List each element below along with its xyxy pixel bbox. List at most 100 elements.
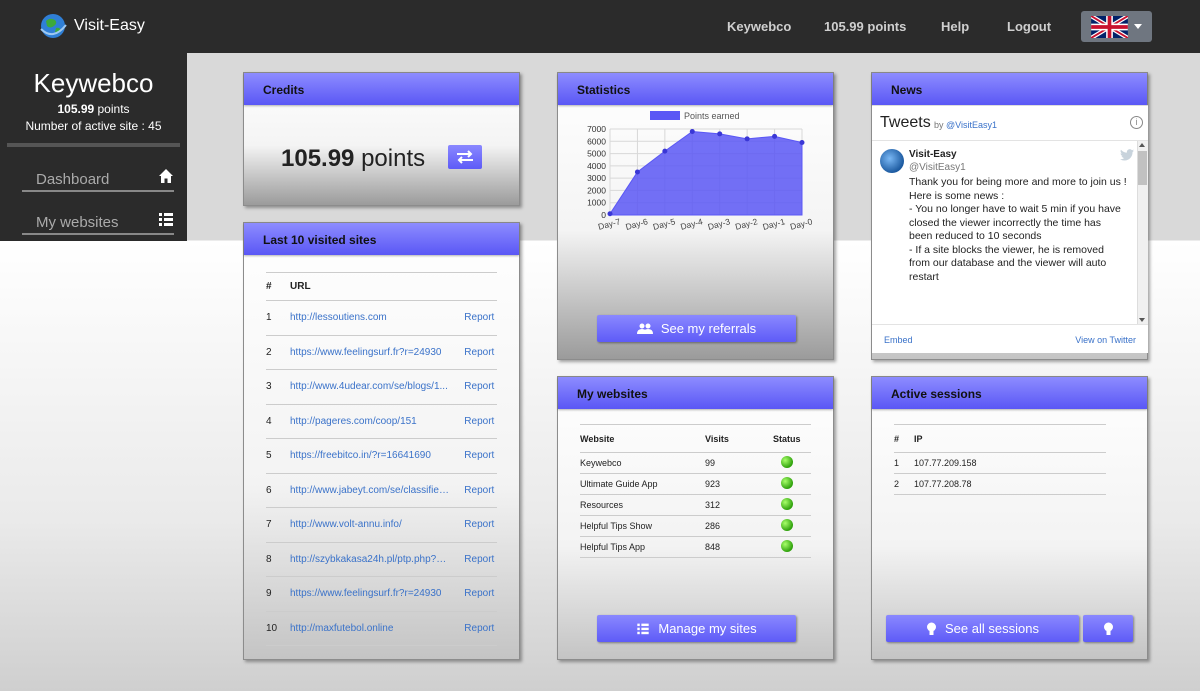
- visited-url-link[interactable]: http://www.jabeyt.com/se/classified...: [290, 473, 465, 508]
- x-tick-label: Day-4: [679, 216, 704, 232]
- table-row[interactable]: Keywebco 99: [580, 452, 811, 474]
- credits-panel: Credits 105.99 points: [243, 72, 520, 206]
- view-on-twitter-link[interactable]: View on Twitter: [1075, 335, 1136, 345]
- brand[interactable]: Visit-Easy: [38, 11, 145, 41]
- tweets-by: by @VisitEasy1: [934, 120, 998, 130]
- visited-url-link[interactable]: http://www.volt-annu.info/: [290, 507, 465, 543]
- nav-points-link[interactable]: 105.99 points: [824, 19, 906, 34]
- website-name: Helpful Tips App: [580, 536, 705, 558]
- report-link[interactable]: Report: [464, 611, 497, 646]
- twitter-bird-icon[interactable]: [1120, 149, 1134, 161]
- report-link[interactable]: Report: [464, 300, 497, 336]
- nav-user-link[interactable]: Keywebco: [727, 19, 791, 34]
- info-icon[interactable]: i: [1130, 116, 1143, 129]
- see-all-sessions-button[interactable]: See all sessions: [886, 615, 1079, 642]
- embed-link[interactable]: Embed: [884, 335, 913, 345]
- table-row: 3 http://www.4udear.com/se/blogs/1... Repo…: [266, 369, 497, 405]
- report-link[interactable]: Report: [464, 335, 497, 370]
- table-row: 4 http://pageres.com/coop/151 Report: [266, 404, 497, 439]
- nav-help-link[interactable]: Help: [941, 19, 969, 34]
- language-dropdown[interactable]: [1081, 11, 1152, 42]
- nav-logout-link[interactable]: Logout: [1007, 19, 1051, 34]
- twitter-handle-link[interactable]: @VisitEasy1: [946, 120, 997, 130]
- website-visits: 848: [705, 536, 773, 558]
- scrollbar[interactable]: [1137, 141, 1148, 324]
- report-link[interactable]: Report: [464, 438, 497, 474]
- manage-sites-button[interactable]: Manage my sites: [597, 615, 796, 642]
- y-tick-label: 1000: [587, 198, 606, 208]
- scroll-down-icon[interactable]: [1139, 318, 1145, 322]
- data-point: [634, 169, 640, 175]
- table-row: 6 http://www.jabeyt.com/se/classified... R…: [266, 473, 497, 508]
- brand-name: Visit-Easy: [74, 17, 145, 34]
- sidebar-username: Keywebco: [33, 68, 154, 98]
- lightbulb-button[interactable]: [1083, 615, 1133, 642]
- twitter-footer: Embed View on Twitter: [872, 324, 1148, 354]
- sidebar-item-my-websites[interactable]: My websites: [22, 211, 174, 235]
- button-label: Manage my sites: [658, 621, 757, 636]
- table-row: 1 107.77.209.158: [894, 452, 1106, 474]
- users-icon: [636, 323, 653, 334]
- report-link[interactable]: Report: [464, 404, 497, 439]
- scrollbar-thumb[interactable]: [1138, 151, 1147, 185]
- tweet-list[interactable]: Visit-Easy @VisitEasy1 Thank you for bei…: [872, 141, 1148, 324]
- y-tick-label: 7000: [587, 124, 606, 134]
- row-number: 10: [266, 611, 290, 646]
- column-header: Website: [580, 424, 705, 453]
- panel-title: News: [872, 73, 1147, 105]
- visited-url-link[interactable]: https://www.feelingsurf.fr?r=24930: [290, 335, 465, 370]
- row-number: 3: [266, 369, 290, 405]
- website-visits: 99: [705, 452, 773, 474]
- visited-url-link[interactable]: http://pageres.com/coop/151: [290, 404, 465, 439]
- sidebar-item-dashboard[interactable]: Dashboard: [22, 168, 174, 192]
- report-link[interactable]: Report: [464, 576, 497, 612]
- exchange-button[interactable]: [448, 145, 482, 169]
- sidebar-item-label: Dashboard: [36, 171, 110, 188]
- visited-url-link[interactable]: http://lessoutiens.com: [290, 300, 465, 336]
- column-header: Status: [773, 424, 811, 453]
- visited-url-link[interactable]: https://freebitco.in/?r=16641690: [290, 438, 465, 474]
- status-online-icon: [781, 456, 793, 468]
- scroll-up-icon[interactable]: [1139, 143, 1145, 147]
- table-row: 7 http://www.volt-annu.info/Report: [266, 507, 497, 543]
- visited-url-link[interactable]: http://www.4udear.com/se/blogs/1...: [290, 369, 465, 405]
- table-row[interactable]: Resources 312: [580, 494, 811, 516]
- tweet-author-handle[interactable]: @VisitEasy1: [909, 162, 966, 173]
- active-sessions-panel: Active sessions # IP 1 107.77.209.158 2 107…: [871, 376, 1148, 660]
- my-websites-panel: My websites Website Visits Status Keyweb…: [557, 376, 834, 660]
- x-tick-label: Day-1: [762, 216, 787, 232]
- table-row[interactable]: Helpful Tips App 848: [580, 536, 811, 558]
- list-icon: [159, 213, 173, 226]
- table-row: 2 107.77.208.78: [894, 473, 1106, 495]
- visited-url-link[interactable]: http://szybkakasa24h.pl/ptp.php?us...: [290, 542, 465, 577]
- visited-url-link[interactable]: https://www.feelingsurf.fr?r=24930: [290, 576, 465, 612]
- row-number: 8: [266, 542, 290, 577]
- see-referrals-button[interactable]: See my referrals: [597, 315, 796, 342]
- website-visits: 286: [705, 515, 773, 537]
- y-tick-label: 5000: [587, 149, 606, 159]
- list-icon: [637, 623, 650, 635]
- legend-swatch: [650, 111, 680, 120]
- report-link[interactable]: Report: [464, 369, 497, 405]
- data-point: [744, 136, 750, 142]
- row-number: 4: [266, 404, 290, 439]
- avatar[interactable]: [880, 149, 904, 173]
- column-header: URL: [290, 272, 465, 301]
- report-link[interactable]: Report: [464, 507, 497, 543]
- visited-url-link[interactable]: http://maxfutebol.online: [290, 611, 465, 646]
- y-tick-label: 3000: [587, 173, 606, 183]
- row-number: 5: [266, 438, 290, 474]
- row-number: 2: [266, 335, 290, 370]
- report-link[interactable]: Report: [464, 542, 497, 577]
- uk-flag-icon: [1091, 15, 1128, 38]
- table-row: 10 http://maxfutebol.online Report: [266, 611, 497, 646]
- table-row[interactable]: Ultimate Guide App 923: [580, 473, 811, 495]
- report-link[interactable]: Report: [464, 473, 497, 508]
- table-row: 9 https://www.feelingsurf.fr?r=24930 Repor…: [266, 576, 497, 612]
- table-row: 8 http://szybkakasa24h.pl/ptp.php?us... Re…: [266, 542, 497, 577]
- sidebar-item-label: My websites: [36, 214, 119, 231]
- tweet-author-name[interactable]: Visit-Easy: [909, 149, 957, 160]
- y-tick-label: 6000: [587, 136, 606, 146]
- table-row[interactable]: Helpful Tips Show 286: [580, 515, 811, 537]
- top-navbar: Visit-Easy Keywebco 105.99 points Help L…: [0, 0, 1200, 53]
